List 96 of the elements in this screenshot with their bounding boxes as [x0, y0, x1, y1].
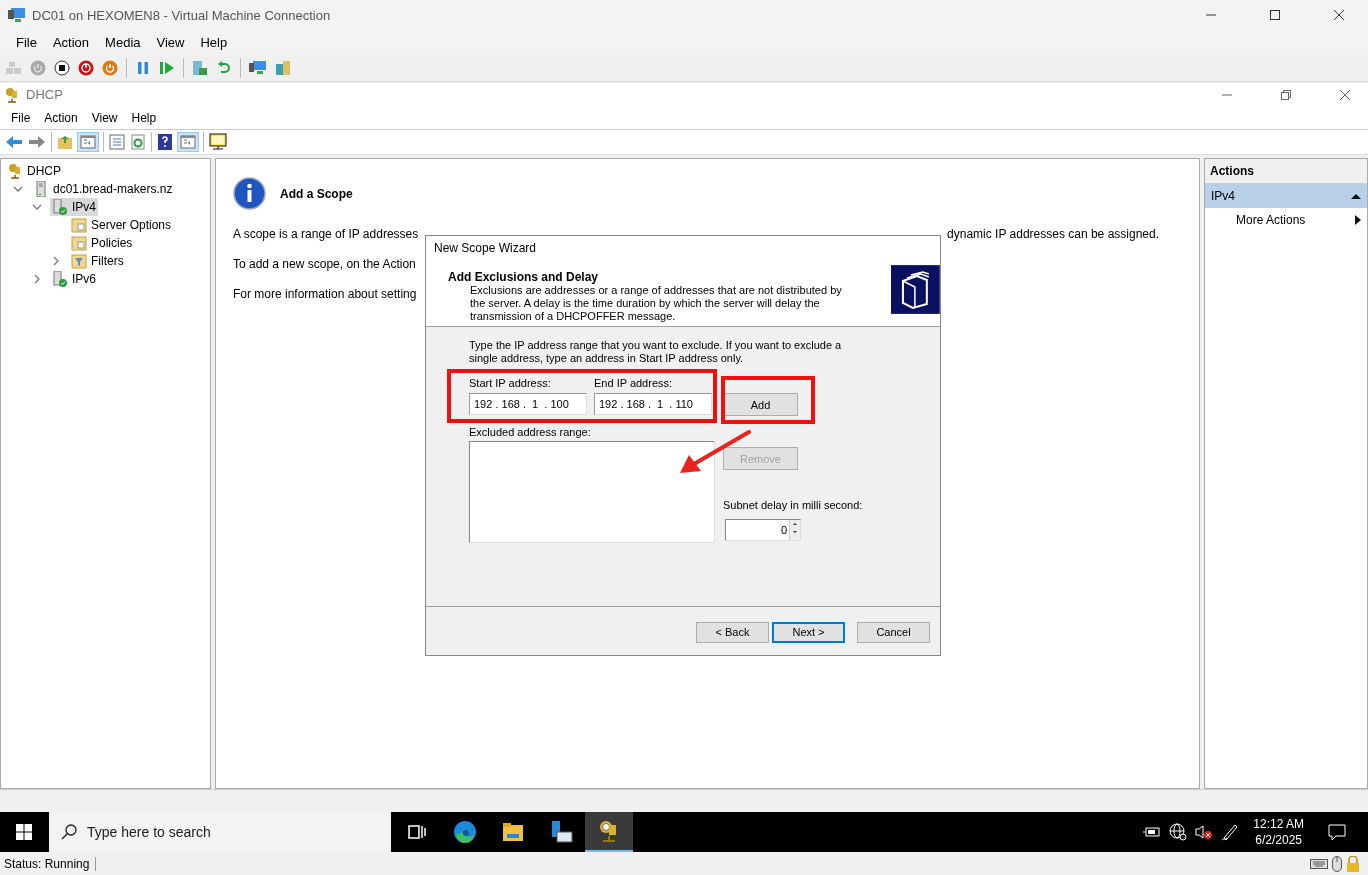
expander-icon[interactable] [32, 274, 42, 284]
expander-icon[interactable] [32, 202, 42, 212]
menu-item[interactable]: View [84, 110, 125, 125]
pause-icon[interactable] [135, 60, 151, 76]
actions-header: Actions [1205, 159, 1367, 184]
vm-monitor-icon [8, 7, 26, 23]
maximize-icon[interactable] [1269, 9, 1281, 21]
server-icon [33, 181, 49, 197]
wizard-button[interactable]: < Back [696, 621, 769, 643]
menu-item[interactable]: File [8, 35, 45, 50]
content-text: A scope is a range of IP addresses [233, 227, 419, 243]
stop-icon[interactable] [54, 60, 70, 76]
menu-item[interactable]: File [4, 110, 38, 125]
wizard-button[interactable]: Next > [772, 621, 845, 643]
wizard-heading: Add Exclusions and Delay [448, 270, 600, 284]
mouse-icon [1332, 855, 1342, 872]
window-title: DC01 on HEXOMEN8 - Virtual Machine Connection [32, 7, 331, 23]
server-rack-icon[interactable] [275, 60, 291, 76]
keyboard-icon [1310, 857, 1328, 870]
windows-start-icon[interactable] [16, 824, 32, 840]
taskbar-clock[interactable]: 12:12 AM 6/2/2025 [1253, 816, 1304, 848]
power-icon[interactable] [102, 60, 118, 76]
back-arrow-icon[interactable] [5, 134, 23, 150]
dhcp-icon [7, 163, 23, 179]
expander-icon[interactable] [13, 184, 23, 194]
content-text: dynamic IP addresses can be assigned. [947, 227, 1159, 243]
excluded-range-list[interactable] [469, 441, 715, 543]
folder-icon [502, 822, 524, 842]
action-link[interactable]: More Actions [1236, 213, 1306, 227]
battery-plug-icon[interactable] [1143, 825, 1162, 839]
menu-item[interactable]: Media [97, 35, 149, 50]
actions-section[interactable]: IPv4 [1205, 184, 1367, 208]
folder-icon[interactable] [57, 134, 73, 150]
content-heading: Add a Scope [280, 186, 353, 201]
help-icon[interactable] [157, 134, 173, 150]
monitor-icon[interactable] [209, 133, 227, 151]
menu-item[interactable]: Action [37, 110, 85, 125]
tree-item[interactable]: DHCP [5, 162, 63, 180]
pane-toggle-icon[interactable] [178, 133, 198, 151]
dialog-title: New Scope Wizard [426, 236, 940, 260]
tree-item[interactable]: Server Options [69, 216, 174, 234]
collapse-arrow-icon[interactable] [1351, 192, 1361, 200]
refresh-icon[interactable] [130, 134, 146, 150]
monitor-icon[interactable] [249, 60, 267, 76]
tree-item[interactable]: IPv4 [50, 198, 98, 216]
search-field[interactable]: Type here to search [49, 812, 391, 852]
delay-spinner[interactable]: 0 [725, 519, 801, 541]
play-icon[interactable] [159, 60, 175, 76]
end-ip-field[interactable]: 192 . 168 . 1 . 110 [594, 393, 712, 415]
add-button[interactable]: Add [723, 393, 798, 416]
wizard-button[interactable]: Cancel [857, 621, 930, 643]
power-icon[interactable] [78, 60, 94, 76]
status-text: Status: Running [4, 856, 97, 871]
menu-item[interactable]: Help [124, 110, 164, 125]
close-icon[interactable] [1339, 88, 1351, 101]
tree-item[interactable]: Filters [69, 252, 126, 270]
content-text: To add a new scope, on the Action [233, 257, 416, 273]
notification-icon[interactable] [1328, 823, 1346, 841]
submenu-arrow-icon[interactable] [1355, 215, 1361, 225]
globe-icon[interactable] [1169, 823, 1188, 841]
field-label: Subnet delay in milli second: [723, 499, 863, 512]
info-icon [233, 177, 266, 210]
window-title: DHCP [26, 87, 63, 102]
server-camera-icon[interactable] [192, 60, 208, 76]
restore-icon[interactable] [1280, 88, 1292, 101]
server-toolbox-icon [549, 820, 573, 844]
forward-arrow-icon[interactable] [28, 134, 46, 150]
speaker-muted-icon[interactable] [1195, 824, 1214, 840]
folder-icon [71, 217, 87, 233]
wizard-description: Exclusions are addresses or a range of addresses that are not distributed by the server. A delay is the time duration by which the server will delay the transmission of a DHCPOFFER message. [469, 284, 843, 323]
menu-item[interactable]: Help [192, 35, 236, 50]
field-label: Start IP address: [469, 377, 552, 390]
start-ip-field[interactable]: 192 . 168 . 1 . 100 [469, 393, 587, 415]
expander-icon[interactable] [51, 256, 61, 266]
pen-icon[interactable] [1221, 823, 1240, 841]
pane-toggle-icon[interactable] [78, 133, 98, 151]
dhcp-icon [4, 86, 20, 103]
menu-item[interactable]: View [148, 35, 193, 50]
tree-item[interactable]: IPv6 [50, 270, 98, 288]
instruction-text: Type the IP address range that you want to exclude. If you want to exclude a single address, type an address in Start IP address only. [469, 339, 843, 365]
server-check-icon [52, 271, 68, 287]
browser-icon [453, 820, 477, 844]
field-label: Excluded address range: [469, 426, 592, 439]
task-view-icon [408, 824, 426, 840]
content-text: For more information about setting [233, 287, 417, 303]
tree-item[interactable]: Policies [69, 234, 135, 252]
lock-icon [1346, 855, 1360, 872]
undo-arrow-icon[interactable] [216, 60, 232, 76]
close-icon[interactable] [1333, 9, 1345, 21]
search-icon [61, 824, 77, 840]
server-check-icon [52, 199, 68, 215]
folder-icon [71, 235, 87, 251]
tree-item[interactable]: dc01.bread-makers.nz [31, 180, 175, 198]
folder-filter-icon [71, 253, 87, 269]
menu-item[interactable]: Action [44, 35, 98, 50]
field-label: End IP address: [594, 377, 674, 390]
